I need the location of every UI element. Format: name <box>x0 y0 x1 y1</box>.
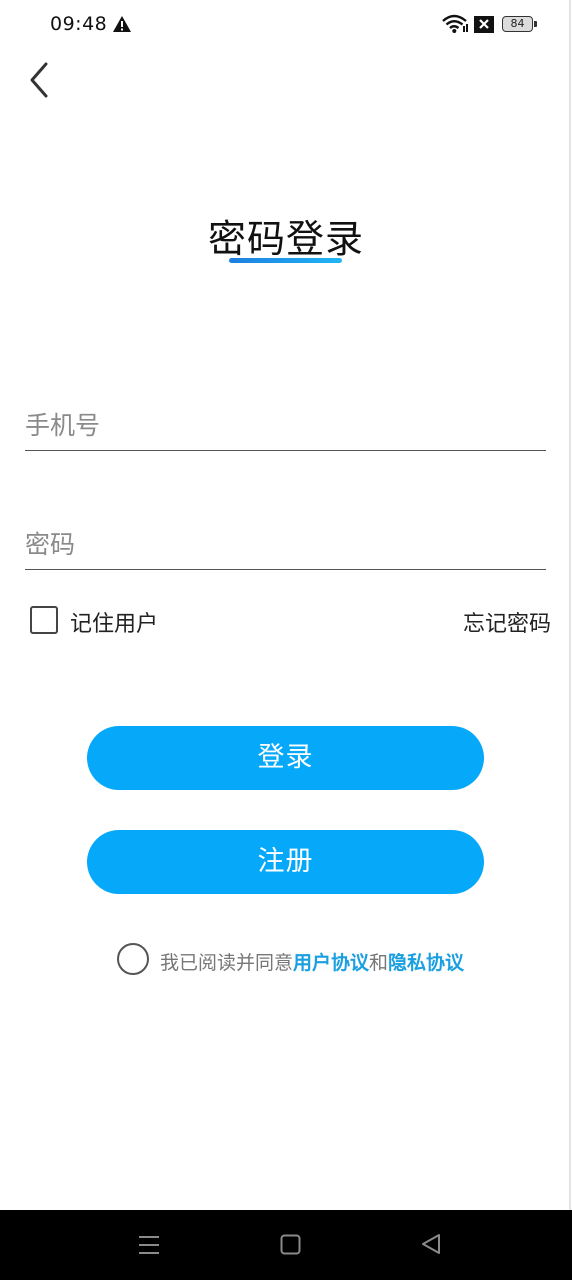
agreement-conjunction: 和 <box>369 952 389 974</box>
login-screen: 09:48 84 密码登录 记住用户 忘记密码 <box>0 0 572 1280</box>
status-bar: 09:48 84 <box>0 0 572 52</box>
sim-blocked-icon <box>474 16 494 33</box>
agreement-radio[interactable] <box>117 943 149 975</box>
phone-input[interactable] <box>25 403 546 451</box>
remember-user-checkbox[interactable] <box>30 606 58 634</box>
login-button[interactable]: 登录 <box>87 726 484 790</box>
menu-icon[interactable] <box>138 1234 160 1256</box>
battery-level: 84 <box>510 17 525 30</box>
home-icon[interactable] <box>280 1234 301 1255</box>
password-input[interactable] <box>25 522 546 570</box>
user-agreement-link[interactable]: 用户协议 <box>293 952 369 974</box>
status-time: 09:48 <box>50 13 108 35</box>
warning-icon <box>113 16 131 32</box>
scroll-edge <box>569 0 571 1210</box>
chevron-left-icon[interactable] <box>26 60 54 100</box>
back-triangle-icon[interactable] <box>420 1233 442 1255</box>
privacy-agreement-link[interactable]: 隐私协议 <box>388 952 464 974</box>
forgot-password-link[interactable]: 忘记密码 <box>463 606 551 638</box>
agreement-prefix: 我已阅读并同意 <box>160 952 294 974</box>
battery-tip <box>534 21 537 27</box>
title-underline <box>229 258 342 263</box>
remember-user-label[interactable]: 记住用户 <box>70 606 158 638</box>
agreement-text: 我已阅读并同意用户协议和隐私协议 <box>160 948 464 975</box>
wifi-icon <box>442 14 468 33</box>
page-title: 密码登录 <box>207 217 364 261</box>
battery-icon: 84 <box>502 16 533 32</box>
register-button[interactable]: 注册 <box>87 830 484 894</box>
